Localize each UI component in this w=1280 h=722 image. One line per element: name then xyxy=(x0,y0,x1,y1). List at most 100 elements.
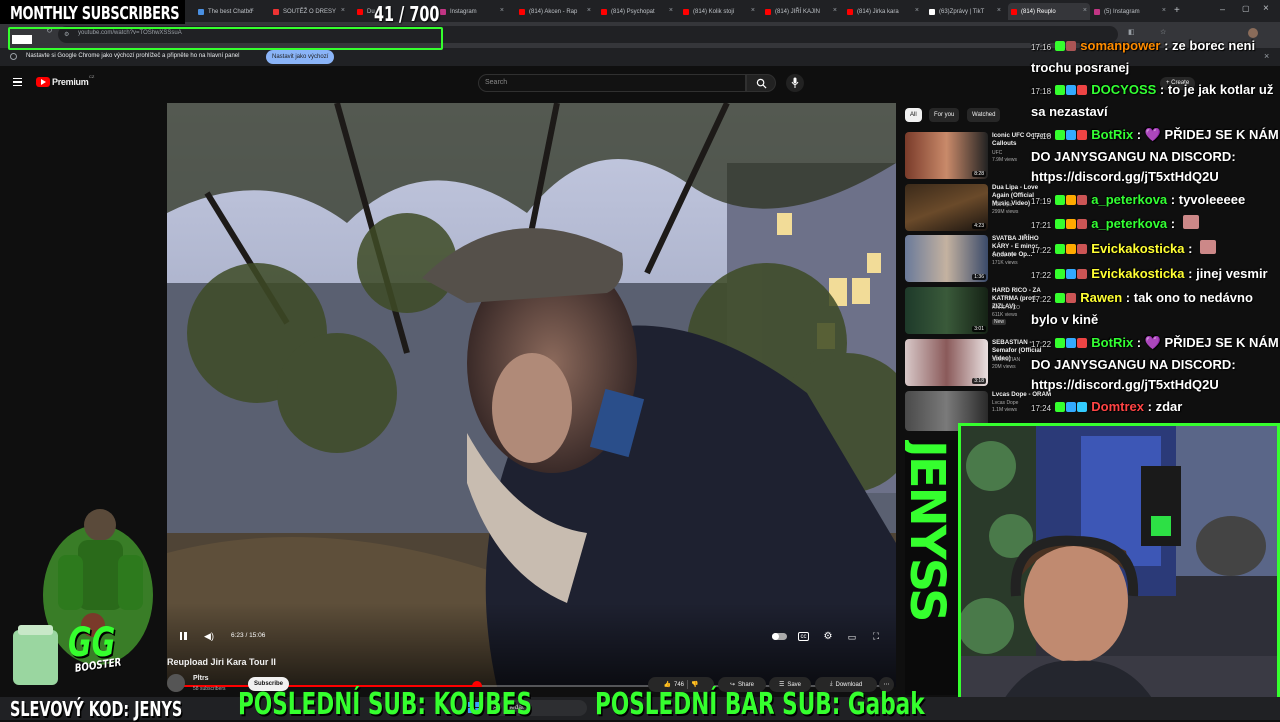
chat-badge-icon xyxy=(1054,85,1065,95)
chat-username: somanpower xyxy=(1080,38,1161,53)
close-icon[interactable]: × xyxy=(833,7,837,14)
close-icon[interactable]: × xyxy=(500,7,504,14)
search-input[interactable]: Search xyxy=(478,74,746,92)
chat-username: Domtrex xyxy=(1091,399,1145,414)
autoplay-toggle[interactable] xyxy=(772,633,787,640)
chat-message: 17:22 BotRix : 💜 PŘIDEJ SE K NÁM DO JANY… xyxy=(1031,335,1279,392)
chat-badge-icon xyxy=(1054,219,1065,229)
last-bar-sub-label: POSLEDNÍ BAR SUB: Gabak xyxy=(595,687,925,722)
tab-favicon-icon xyxy=(601,8,607,15)
fullscreen-icon[interactable]: ⛶ xyxy=(870,630,882,642)
browser-tab[interactable]: (814) Psychopat × xyxy=(598,3,676,20)
captions-icon[interactable]: cc xyxy=(798,632,809,641)
browser-tab[interactable]: (814) Jirka kara × xyxy=(844,3,922,20)
browser-tab[interactable]: (63)Zprávy | TikT × xyxy=(926,3,1004,20)
chat-badge-icon xyxy=(1054,130,1065,140)
chat-username: Rawen xyxy=(1080,290,1123,305)
close-icon[interactable]: × xyxy=(915,7,919,14)
recommendation-channel: HARD RICO xyxy=(992,305,1021,311)
chip-for-you[interactable]: For you xyxy=(929,108,960,122)
settings-gear-icon[interactable]: ⚙ xyxy=(822,630,834,642)
close-icon[interactable]: × xyxy=(669,7,673,14)
bookmark-star-icon[interactable]: ☆ xyxy=(1160,28,1166,36)
tab-favicon-icon xyxy=(847,8,853,15)
window-close-icon[interactable]: × xyxy=(1263,3,1269,14)
recommendation-channel: Dua Lipa xyxy=(992,202,1013,208)
chat-badge-icon xyxy=(1076,195,1087,205)
chat-username: BotRix xyxy=(1091,335,1134,350)
close-icon[interactable]: × xyxy=(250,7,254,14)
chat-badge-icon xyxy=(1076,219,1087,229)
chat-message: 17:22 Evickakosticka : xyxy=(1031,239,1279,261)
chat-badge-icon xyxy=(1076,338,1087,348)
video-thumbnail: 4:23 xyxy=(905,184,988,231)
search-button[interactable] xyxy=(746,74,776,92)
browser-tab[interactable]: Du xyxy=(354,3,376,20)
video-player[interactable] xyxy=(167,103,896,687)
tab-favicon-icon xyxy=(929,8,935,15)
youtube-premium-label[interactable]: Premium xyxy=(52,77,89,87)
video-thumbnail: 1:36 xyxy=(905,235,988,282)
side-banner-text: JENYSS xyxy=(905,440,955,621)
close-icon[interactable]: × xyxy=(1162,7,1166,14)
browser-tab-active[interactable]: (814) Reuplo × xyxy=(1008,3,1090,20)
recommendation-views: 7.9M views xyxy=(992,157,1018,163)
extensions-icon[interactable]: ◧ xyxy=(1128,28,1135,36)
tab-favicon-icon xyxy=(440,8,446,15)
chat-badge-icon xyxy=(1054,41,1065,51)
recommendation-views: 299M views xyxy=(992,209,1019,215)
chat-text: zdar xyxy=(1155,399,1183,414)
browser-tab[interactable]: SOUTĚŽ O DRESY × xyxy=(270,3,348,20)
recommendation-views: 1.1M views xyxy=(992,407,1018,413)
browser-tab[interactable]: (814) Kolik stojí × xyxy=(680,3,758,20)
browser-tab[interactable]: (814) JIŘÍ KAJIN × xyxy=(762,3,840,20)
channel-avatar[interactable] xyxy=(167,674,185,692)
jenyss-side-banner: JENYSS xyxy=(905,440,965,695)
close-icon[interactable]: × xyxy=(341,7,345,14)
minimize-icon[interactable]: – xyxy=(1220,4,1225,14)
close-icon[interactable]: × xyxy=(1083,7,1087,14)
gg-booster-sponsor-art: GG BOOSTER xyxy=(8,500,168,695)
video-thumbnail: 3:18 xyxy=(905,339,988,386)
infobar-message: Nastavte si Google Chrome jako výchozí p… xyxy=(26,53,240,59)
sub-goal-progress-fill xyxy=(12,35,32,44)
country-code: CZ xyxy=(89,74,95,79)
chat-text: jinej vesmir xyxy=(1196,266,1268,281)
menu-icon[interactable] xyxy=(13,78,22,86)
video-time: 6:23 / 15:06 xyxy=(231,632,266,639)
theater-mode-icon[interactable]: ▭ xyxy=(846,631,858,643)
recommendation-channel: Lvcas Dope xyxy=(992,400,1019,406)
browser-tab[interactable]: Instagram × xyxy=(437,3,507,20)
info-icon xyxy=(10,53,17,60)
chat-username: a_peterkova xyxy=(1091,216,1168,231)
youtube-logo-icon[interactable] xyxy=(36,77,50,87)
close-icon[interactable]: × xyxy=(587,7,591,14)
pause-icon[interactable] xyxy=(177,630,189,642)
chat-username: BotRix xyxy=(1091,127,1134,142)
new-tab-icon[interactable]: + xyxy=(1174,5,1180,16)
tab-favicon-icon xyxy=(683,8,689,15)
close-icon[interactable]: × xyxy=(751,7,755,14)
chat-username: Evickakosticka xyxy=(1091,241,1185,256)
chip-all[interactable]: All xyxy=(905,108,922,122)
channel-name[interactable]: Pltrs xyxy=(193,675,209,682)
tab-favicon-icon xyxy=(273,8,279,15)
chip-watched[interactable]: Watched xyxy=(967,108,1001,122)
controls-gradient xyxy=(167,603,896,687)
volume-icon[interactable]: ◀) xyxy=(203,630,215,642)
maximize-icon[interactable]: ▢ xyxy=(1242,4,1250,13)
chat-emote-icon xyxy=(1182,215,1199,229)
recommendation-views: 171K views xyxy=(992,260,1018,266)
voice-search-button[interactable] xyxy=(786,74,804,92)
browser-tab[interactable]: (814) Akcen - Rap × xyxy=(516,3,594,20)
channel-subscribers: 58 subscribers xyxy=(193,686,226,692)
browser-tab[interactable]: (5) Instagram × xyxy=(1091,3,1169,20)
chat-username: a_peterkova xyxy=(1091,192,1168,207)
chat-badge-icon xyxy=(1054,338,1065,348)
browser-tab[interactable]: The best Chatbo × xyxy=(195,3,257,20)
set-default-button[interactable]: Nastavit jako výchozí xyxy=(266,50,335,64)
monthly-subscribers-label: MONTHLY SUBSCRIBERS xyxy=(10,3,180,24)
webcam-feed xyxy=(961,426,1277,717)
close-icon[interactable]: × xyxy=(997,7,1001,14)
chat-username: Evickakosticka xyxy=(1091,266,1185,281)
